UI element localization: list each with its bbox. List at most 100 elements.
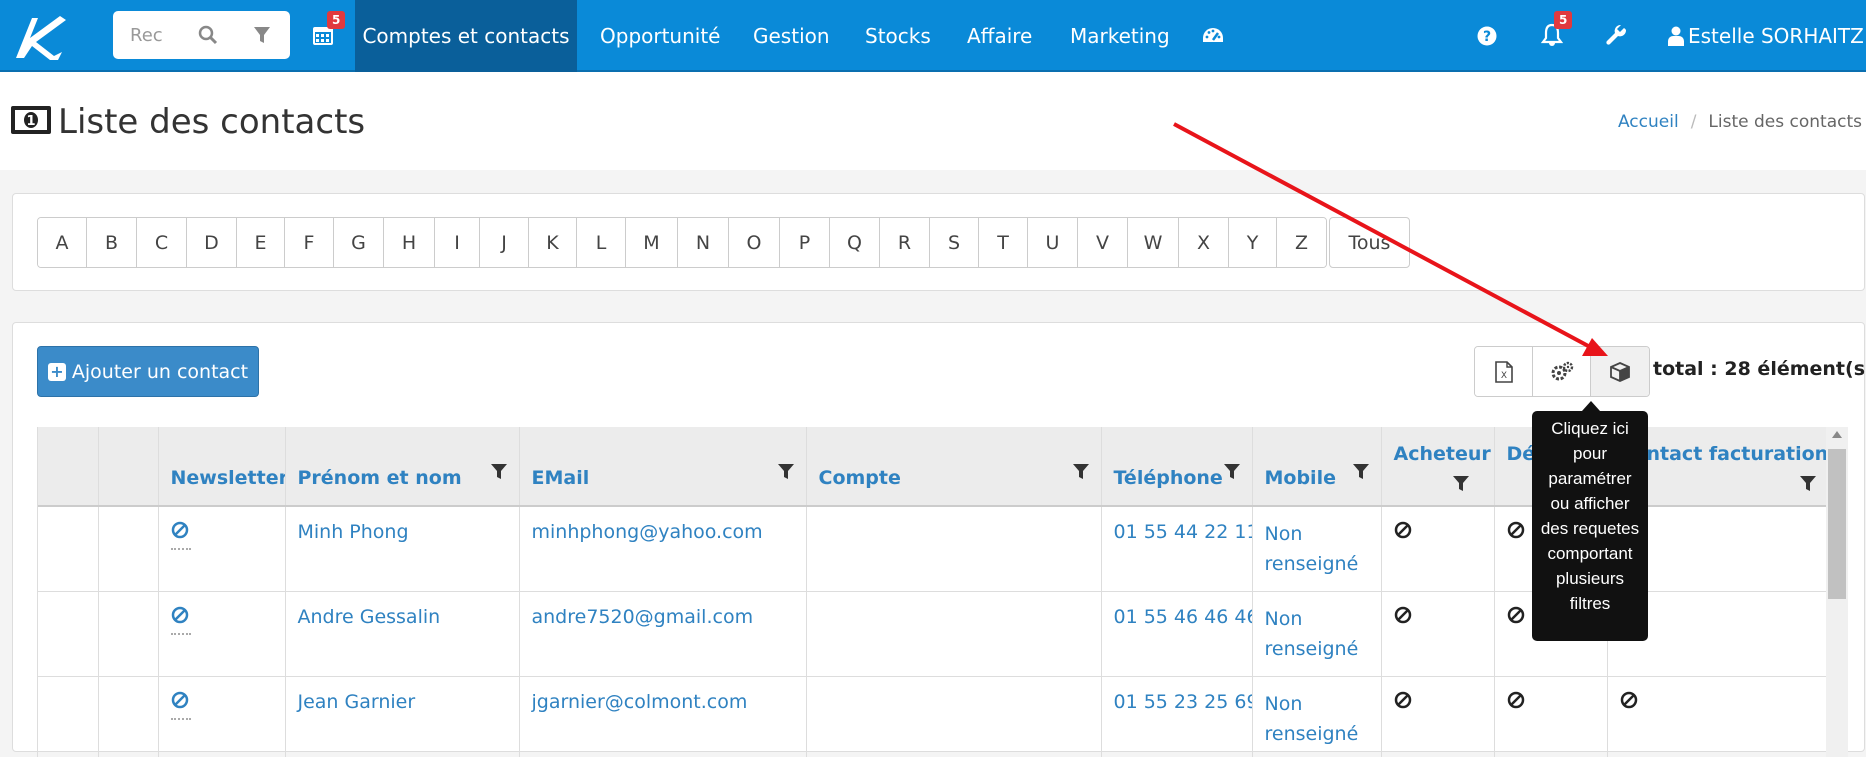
plus-icon: + — [47, 362, 66, 381]
filter-icon[interactable] — [1452, 475, 1469, 493]
letter-z-button[interactable]: Z — [1277, 218, 1326, 267]
newsletter-cell[interactable] — [158, 591, 286, 677]
compte-cell[interactable] — [806, 676, 1102, 757]
actions-cell[interactable] — [98, 591, 159, 677]
letter-b-button[interactable]: B — [87, 218, 137, 267]
col-header-name[interactable]: Prénom et nom — [285, 427, 520, 507]
letter-m-button[interactable]: M — [626, 218, 678, 267]
telephone-cell[interactable]: 01 55 44 22 11 — [1101, 506, 1253, 592]
scrollbar-thumb[interactable] — [1828, 449, 1846, 599]
letter-w-button[interactable]: W — [1128, 218, 1179, 267]
name-cell[interactable]: Minh Phong — [285, 506, 520, 592]
actions-cell[interactable] — [98, 506, 159, 592]
mobile-cell[interactable]: Non renseigné — [1252, 676, 1382, 757]
mobile-cell[interactable]: Non renseigné — [1252, 506, 1382, 592]
mobile-cell[interactable]: Non renseigné — [1252, 591, 1382, 677]
filter-icon[interactable] — [1223, 463, 1240, 481]
col-header-email[interactable]: EMail — [519, 427, 807, 507]
decideur-cell[interactable] — [1494, 676, 1608, 757]
col-header-mobile[interactable]: Mobile — [1252, 427, 1382, 507]
user-menu[interactable]: Estelle SORHAITZ — [1668, 0, 1866, 72]
telephone-cell[interactable]: 01 55 46 46 46 — [1101, 591, 1253, 677]
table-row[interactable]: Jean Garnier jgarnier@colmont.com 01 55 … — [38, 676, 1827, 757]
filter-icon[interactable] — [777, 463, 794, 481]
letter-v-button[interactable]: V — [1078, 218, 1128, 267]
col-header-compte[interactable]: Compte — [806, 427, 1102, 507]
name-cell[interactable]: Andre Gessalin — [285, 591, 520, 677]
contact-facturation-cell[interactable] — [1607, 676, 1827, 757]
actions-cell[interactable] — [98, 676, 159, 757]
filter-icon[interactable] — [253, 25, 271, 45]
compte-cell[interactable] — [806, 506, 1102, 592]
menu-stocks[interactable]: Stocks — [865, 0, 931, 72]
letter-q-button[interactable]: Q — [830, 218, 880, 267]
letter-t-button[interactable]: T — [979, 218, 1028, 267]
menu-comptes-et-contacts[interactable]: Comptes et contacts — [355, 0, 577, 72]
newsletter-cell[interactable] — [158, 506, 286, 592]
breadcrumb-home-link[interactable]: Accueil — [1618, 112, 1679, 132]
email-cell[interactable]: jgarnier@colmont.com — [519, 676, 807, 757]
letter-a-button[interactable]: A — [38, 218, 87, 267]
dashboard-button[interactable] — [1200, 24, 1226, 48]
telephone-cell[interactable]: 01 55 23 25 69 — [1101, 676, 1253, 757]
compte-cell[interactable] — [806, 591, 1102, 677]
select-cell[interactable] — [38, 506, 99, 592]
col-header-label: Acheteur — [1393, 443, 1491, 465]
letter-r-button[interactable]: R — [880, 218, 930, 267]
menu-affaire[interactable]: Affaire — [967, 0, 1032, 72]
search-input[interactable]: Rec — [130, 25, 163, 46]
newsletter-cell[interactable] — [158, 676, 286, 757]
add-contact-button[interactable]: + Ajouter un contact — [37, 346, 259, 397]
letter-x-button[interactable]: X — [1179, 218, 1229, 267]
search-box[interactable]: Rec — [113, 11, 290, 59]
ban-icon — [171, 691, 188, 708]
acheteur-cell[interactable] — [1381, 676, 1495, 757]
letter-c-button[interactable]: C — [137, 218, 187, 267]
filter-icon[interactable] — [490, 463, 507, 481]
letter-f-button[interactable]: F — [285, 218, 334, 267]
select-cell[interactable] — [38, 676, 99, 757]
column-settings-button[interactable] — [1533, 347, 1591, 396]
letter-g-button[interactable]: G — [334, 218, 384, 267]
help-button[interactable]: ? — [1476, 25, 1498, 47]
export-excel-button[interactable]: X — [1475, 347, 1533, 396]
letter-i-button[interactable]: I — [435, 218, 480, 267]
letter-s-button[interactable]: S — [930, 218, 979, 267]
letter-n-button[interactable]: N — [678, 218, 729, 267]
table-tools: X — [1474, 346, 1650, 397]
letter-h-button[interactable]: H — [384, 218, 435, 267]
email-cell[interactable]: minhphong@yahoo.com — [519, 506, 807, 592]
scroll-up-arrow-icon[interactable] — [1832, 431, 1842, 438]
table-scrollbar[interactable] — [1826, 427, 1848, 757]
email-cell[interactable]: andre7520@gmail.com — [519, 591, 807, 677]
name-cell[interactable]: Jean Garnier — [285, 676, 520, 757]
menu-opportunite[interactable]: Opportunité — [600, 0, 721, 72]
col-header-newsletter[interactable]: Newsletter — [158, 427, 286, 507]
letter-y-button[interactable]: Y — [1229, 218, 1277, 267]
svg-text:X: X — [1500, 371, 1506, 381]
filter-icon[interactable] — [1799, 475, 1816, 493]
acheteur-cell[interactable] — [1381, 591, 1495, 677]
menu-gestion[interactable]: Gestion — [753, 0, 830, 72]
multi-filter-queries-button[interactable] — [1591, 347, 1649, 396]
menu-marketing[interactable]: Marketing — [1070, 0, 1170, 72]
cube-icon — [1610, 361, 1630, 382]
filter-icon[interactable] — [1072, 463, 1089, 481]
letter-d-button[interactable]: D — [187, 218, 237, 267]
letter-l-button[interactable]: L — [577, 218, 626, 267]
col-header-telephone[interactable]: Téléphone — [1101, 427, 1253, 507]
letter-p-button[interactable]: P — [780, 218, 830, 267]
letter-j-button[interactable]: J — [480, 218, 529, 267]
letter-o-button[interactable]: O — [729, 218, 780, 267]
select-cell[interactable] — [38, 591, 99, 677]
letter-k-button[interactable]: K — [529, 218, 577, 267]
col-header-acheteur[interactable]: Acheteur — [1381, 427, 1495, 507]
letter-e-button[interactable]: E — [237, 218, 285, 267]
logo-k[interactable] — [10, 10, 70, 62]
acheteur-cell[interactable] — [1381, 506, 1495, 592]
settings-button[interactable] — [1605, 24, 1629, 48]
all-letters-button[interactable]: Tous — [1329, 217, 1410, 268]
search-icon[interactable] — [198, 25, 218, 45]
letter-u-button[interactable]: U — [1028, 218, 1078, 267]
filter-icon[interactable] — [1352, 463, 1369, 481]
